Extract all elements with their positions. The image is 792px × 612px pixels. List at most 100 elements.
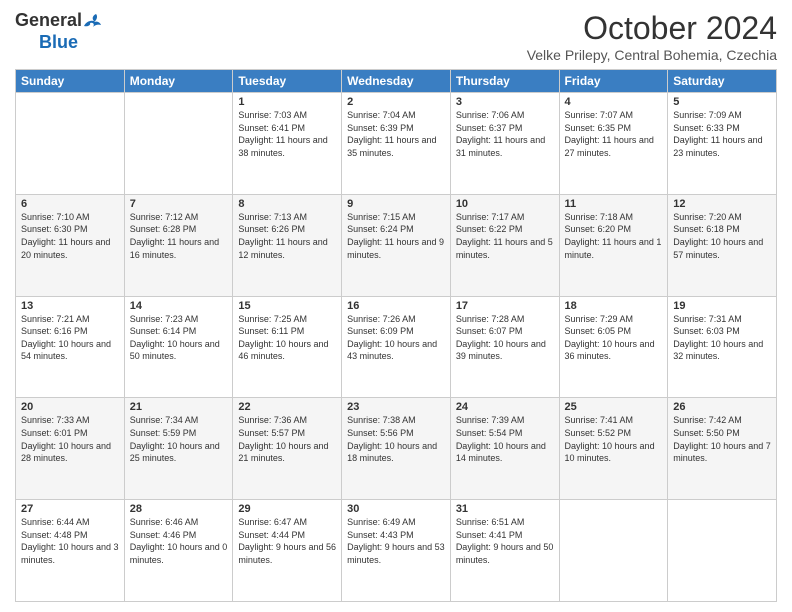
day-number: 21: [130, 401, 228, 413]
calendar-day-cell: 20Sunrise: 7:33 AM Sunset: 6:01 PM Dayli…: [16, 398, 125, 500]
calendar-day-cell: 10Sunrise: 7:17 AM Sunset: 6:22 PM Dayli…: [450, 194, 559, 296]
calendar-header-cell: Tuesday: [233, 70, 342, 93]
day-info: Sunrise: 7:17 AM Sunset: 6:22 PM Dayligh…: [456, 211, 554, 261]
day-number: 24: [456, 401, 554, 413]
day-info: Sunrise: 7:29 AM Sunset: 6:05 PM Dayligh…: [565, 313, 663, 363]
calendar-day-cell: 27Sunrise: 6:44 AM Sunset: 4:48 PM Dayli…: [16, 500, 125, 602]
calendar-day-cell: 24Sunrise: 7:39 AM Sunset: 5:54 PM Dayli…: [450, 398, 559, 500]
day-info: Sunrise: 7:39 AM Sunset: 5:54 PM Dayligh…: [456, 414, 554, 464]
logo: GeneralBlue: [15, 10, 102, 53]
calendar-day-cell: 28Sunrise: 6:46 AM Sunset: 4:46 PM Dayli…: [124, 500, 233, 602]
day-number: 6: [21, 198, 119, 210]
day-number: 31: [456, 503, 554, 515]
calendar-day-cell: 5Sunrise: 7:09 AM Sunset: 6:33 PM Daylig…: [668, 93, 777, 195]
day-number: 5: [673, 96, 771, 108]
calendar-day-cell: 2Sunrise: 7:04 AM Sunset: 6:39 PM Daylig…: [342, 93, 451, 195]
day-number: 12: [673, 198, 771, 210]
day-number: 28: [130, 503, 228, 515]
day-info: Sunrise: 7:04 AM Sunset: 6:39 PM Dayligh…: [347, 109, 445, 159]
day-number: 17: [456, 300, 554, 312]
calendar-day-cell: [668, 500, 777, 602]
calendar-day-cell: 26Sunrise: 7:42 AM Sunset: 5:50 PM Dayli…: [668, 398, 777, 500]
calendar-week-row: 1Sunrise: 7:03 AM Sunset: 6:41 PM Daylig…: [16, 93, 777, 195]
day-number: 18: [565, 300, 663, 312]
day-info: Sunrise: 7:31 AM Sunset: 6:03 PM Dayligh…: [673, 313, 771, 363]
calendar-day-cell: 18Sunrise: 7:29 AM Sunset: 6:05 PM Dayli…: [559, 296, 668, 398]
calendar-day-cell: 7Sunrise: 7:12 AM Sunset: 6:28 PM Daylig…: [124, 194, 233, 296]
day-number: 14: [130, 300, 228, 312]
calendar-day-cell: 9Sunrise: 7:15 AM Sunset: 6:24 PM Daylig…: [342, 194, 451, 296]
month-title: October 2024: [527, 10, 777, 47]
day-info: Sunrise: 7:10 AM Sunset: 6:30 PM Dayligh…: [21, 211, 119, 261]
day-info: Sunrise: 7:28 AM Sunset: 6:07 PM Dayligh…: [456, 313, 554, 363]
calendar-day-cell: 14Sunrise: 7:23 AM Sunset: 6:14 PM Dayli…: [124, 296, 233, 398]
day-info: Sunrise: 7:06 AM Sunset: 6:37 PM Dayligh…: [456, 109, 554, 159]
day-info: Sunrise: 7:03 AM Sunset: 6:41 PM Dayligh…: [238, 109, 336, 159]
calendar-day-cell: 6Sunrise: 7:10 AM Sunset: 6:30 PM Daylig…: [16, 194, 125, 296]
calendar-day-cell: 22Sunrise: 7:36 AM Sunset: 5:57 PM Dayli…: [233, 398, 342, 500]
day-number: 4: [565, 96, 663, 108]
calendar-day-cell: 8Sunrise: 7:13 AM Sunset: 6:26 PM Daylig…: [233, 194, 342, 296]
calendar-day-cell: 17Sunrise: 7:28 AM Sunset: 6:07 PM Dayli…: [450, 296, 559, 398]
day-number: 10: [456, 198, 554, 210]
day-info: Sunrise: 6:51 AM Sunset: 4:41 PM Dayligh…: [456, 516, 554, 566]
day-info: Sunrise: 7:12 AM Sunset: 6:28 PM Dayligh…: [130, 211, 228, 261]
calendar-day-cell: 11Sunrise: 7:18 AM Sunset: 6:20 PM Dayli…: [559, 194, 668, 296]
day-info: Sunrise: 7:18 AM Sunset: 6:20 PM Dayligh…: [565, 211, 663, 261]
calendar-header-row: SundayMondayTuesdayWednesdayThursdayFrid…: [16, 70, 777, 93]
calendar-day-cell: 3Sunrise: 7:06 AM Sunset: 6:37 PM Daylig…: [450, 93, 559, 195]
calendar-week-row: 20Sunrise: 7:33 AM Sunset: 6:01 PM Dayli…: [16, 398, 777, 500]
day-info: Sunrise: 7:20 AM Sunset: 6:18 PM Dayligh…: [673, 211, 771, 261]
location-subtitle: Velke Prilepy, Central Bohemia, Czechia: [527, 47, 777, 63]
logo-text: GeneralBlue: [15, 10, 102, 53]
day-info: Sunrise: 6:49 AM Sunset: 4:43 PM Dayligh…: [347, 516, 445, 566]
day-number: 27: [21, 503, 119, 515]
day-info: Sunrise: 7:41 AM Sunset: 5:52 PM Dayligh…: [565, 414, 663, 464]
title-block: October 2024 Velke Prilepy, Central Bohe…: [527, 10, 777, 63]
calendar-day-cell: 16Sunrise: 7:26 AM Sunset: 6:09 PM Dayli…: [342, 296, 451, 398]
day-info: Sunrise: 7:09 AM Sunset: 6:33 PM Dayligh…: [673, 109, 771, 159]
day-number: 29: [238, 503, 336, 515]
page: GeneralBlue October 2024 Velke Prilepy, …: [0, 0, 792, 612]
calendar-table: SundayMondayTuesdayWednesdayThursdayFrid…: [15, 69, 777, 602]
day-number: 3: [456, 96, 554, 108]
day-info: Sunrise: 7:25 AM Sunset: 6:11 PM Dayligh…: [238, 313, 336, 363]
day-number: 2: [347, 96, 445, 108]
calendar-week-row: 6Sunrise: 7:10 AM Sunset: 6:30 PM Daylig…: [16, 194, 777, 296]
calendar-header-cell: Thursday: [450, 70, 559, 93]
day-info: Sunrise: 7:38 AM Sunset: 5:56 PM Dayligh…: [347, 414, 445, 464]
day-number: 8: [238, 198, 336, 210]
calendar-day-cell: 23Sunrise: 7:38 AM Sunset: 5:56 PM Dayli…: [342, 398, 451, 500]
day-info: Sunrise: 6:46 AM Sunset: 4:46 PM Dayligh…: [130, 516, 228, 566]
day-info: Sunrise: 7:36 AM Sunset: 5:57 PM Dayligh…: [238, 414, 336, 464]
day-number: 11: [565, 198, 663, 210]
day-number: 26: [673, 401, 771, 413]
day-info: Sunrise: 6:44 AM Sunset: 4:48 PM Dayligh…: [21, 516, 119, 566]
calendar-day-cell: 12Sunrise: 7:20 AM Sunset: 6:18 PM Dayli…: [668, 194, 777, 296]
day-number: 16: [347, 300, 445, 312]
day-number: 7: [130, 198, 228, 210]
calendar-day-cell: [559, 500, 668, 602]
calendar-day-cell: 30Sunrise: 6:49 AM Sunset: 4:43 PM Dayli…: [342, 500, 451, 602]
logo-general: General: [15, 10, 82, 32]
calendar-header-cell: Monday: [124, 70, 233, 93]
calendar-day-cell: 21Sunrise: 7:34 AM Sunset: 5:59 PM Dayli…: [124, 398, 233, 500]
day-info: Sunrise: 7:34 AM Sunset: 5:59 PM Dayligh…: [130, 414, 228, 464]
calendar-body: 1Sunrise: 7:03 AM Sunset: 6:41 PM Daylig…: [16, 93, 777, 602]
day-number: 13: [21, 300, 119, 312]
day-info: Sunrise: 7:26 AM Sunset: 6:09 PM Dayligh…: [347, 313, 445, 363]
calendar-header-cell: Sunday: [16, 70, 125, 93]
day-number: 22: [238, 401, 336, 413]
day-number: 30: [347, 503, 445, 515]
day-number: 1: [238, 96, 336, 108]
day-number: 25: [565, 401, 663, 413]
day-info: Sunrise: 7:13 AM Sunset: 6:26 PM Dayligh…: [238, 211, 336, 261]
calendar-day-cell: 19Sunrise: 7:31 AM Sunset: 6:03 PM Dayli…: [668, 296, 777, 398]
calendar-week-row: 27Sunrise: 6:44 AM Sunset: 4:48 PM Dayli…: [16, 500, 777, 602]
calendar-day-cell: [16, 93, 125, 195]
day-info: Sunrise: 7:42 AM Sunset: 5:50 PM Dayligh…: [673, 414, 771, 464]
logo-blue: Blue: [39, 32, 78, 54]
calendar-day-cell: 31Sunrise: 6:51 AM Sunset: 4:41 PM Dayli…: [450, 500, 559, 602]
calendar-day-cell: 4Sunrise: 7:07 AM Sunset: 6:35 PM Daylig…: [559, 93, 668, 195]
day-info: Sunrise: 7:23 AM Sunset: 6:14 PM Dayligh…: [130, 313, 228, 363]
